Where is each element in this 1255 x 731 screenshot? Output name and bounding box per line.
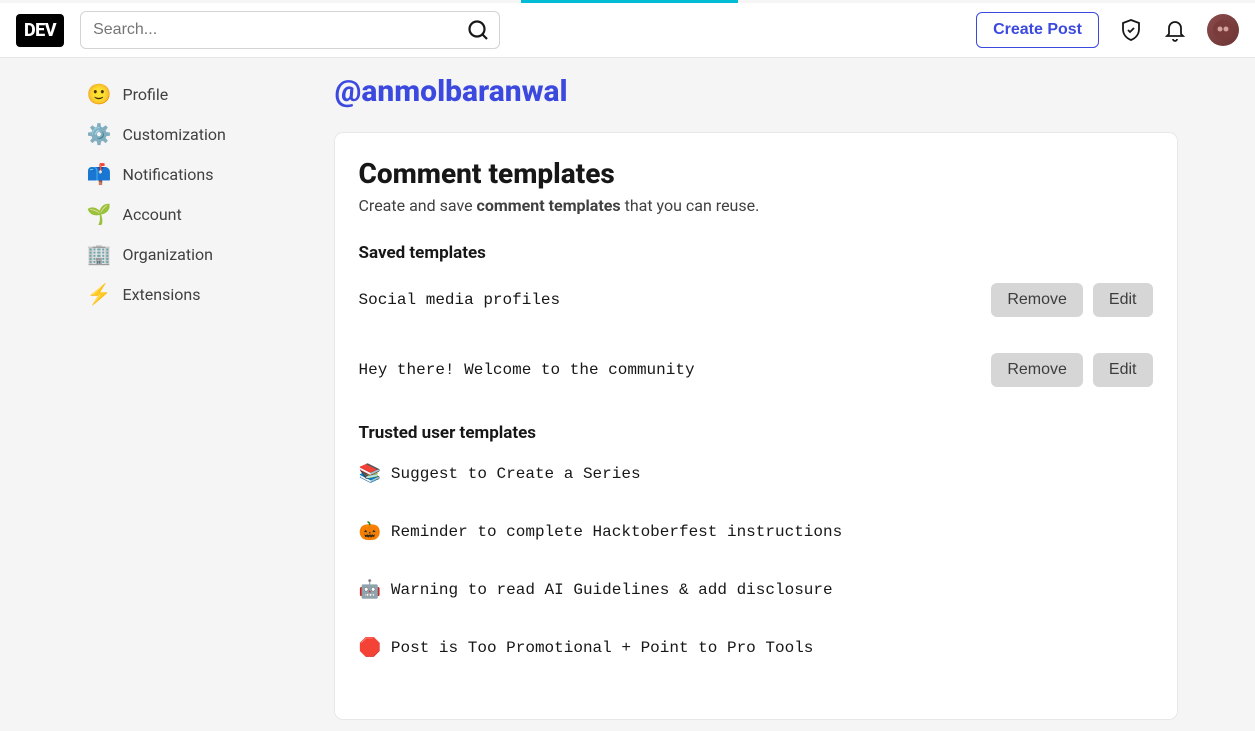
sidebar-item-label: Notifications [123,165,214,184]
sidebar-item-label: Profile [123,85,169,104]
card-title: Comment templates [359,157,1153,190]
template-name: Social media profiles [359,291,561,309]
stop-icon: 🛑 [359,637,381,659]
building-icon: 🏢 [87,242,111,266]
trusted-template-name: Post is Too Promotional + Point to Pro T… [391,639,813,657]
username-heading[interactable]: @anmolbaranwal [335,74,1177,109]
sidebar-item-label: Organization [123,245,213,264]
sidebar-item-customization[interactable]: ⚙️ Customization [79,114,319,154]
seedling-icon: 🌱 [87,202,111,226]
robot-icon: 🤖 [359,579,381,601]
sidebar-item-extensions[interactable]: ⚡ Extensions [79,274,319,314]
header-right: Create Post [976,12,1239,48]
template-actions: Remove Edit [991,283,1152,317]
books-icon: 📚 [359,463,381,485]
remove-button[interactable]: Remove [991,353,1083,387]
saved-template-row: Hey there! Welcome to the community Remo… [359,353,1153,387]
avatar[interactable] [1207,14,1239,46]
sidebar-item-label: Customization [123,125,226,144]
sidebar-item-profile[interactable]: 🙂 Profile [79,74,319,114]
edit-button[interactable]: Edit [1093,353,1153,387]
template-actions: Remove Edit [991,353,1152,387]
subtitle-prefix: Create and save [359,196,477,215]
comment-templates-card: Comment templates Create and save commen… [335,133,1177,719]
notifications-icon[interactable] [1163,18,1187,42]
sidebar-item-notifications[interactable]: 📫 Notifications [79,154,319,194]
smile-icon: 🙂 [87,82,111,106]
sidebar-item-label: Account [123,205,182,224]
search-input[interactable] [80,11,500,49]
header: DEV Create Post [0,3,1255,58]
trusted-template-name: Suggest to Create a Series [391,465,641,483]
trusted-template-name: Warning to read AI Guidelines & add disc… [391,581,833,599]
trusted-templates-heading: Trusted user templates [359,423,1153,443]
gear-icon: ⚙️ [87,122,111,146]
trusted-template-row[interactable]: 🤖 Warning to read AI Guidelines & add di… [359,579,1153,601]
template-name: Hey there! Welcome to the community [359,361,695,379]
lightning-icon: ⚡ [87,282,111,306]
mailbox-icon: 📫 [87,162,111,186]
edit-button[interactable]: Edit [1093,283,1153,317]
logo[interactable]: DEV [16,14,64,47]
sidebar-item-organization[interactable]: 🏢 Organization [79,234,319,274]
subtitle-suffix: that you can reuse. [621,196,760,215]
trusted-template-row[interactable]: 📚 Suggest to Create a Series [359,463,1153,485]
saved-templates-heading: Saved templates [359,243,1153,263]
create-post-button[interactable]: Create Post [976,12,1099,48]
search-wrapper [80,11,500,49]
saved-template-row: Social media profiles Remove Edit [359,283,1153,317]
trusted-template-row[interactable]: 🛑 Post is Too Promotional + Point to Pro… [359,637,1153,659]
pumpkin-icon: 🎃 [359,521,381,543]
main-content: @anmolbaranwal Comment templates Create … [335,74,1177,719]
card-subtitle: Create and save comment templates that y… [359,196,1153,215]
moderation-icon[interactable] [1119,18,1143,42]
sidebar-item-label: Extensions [123,285,201,304]
trusted-template-row[interactable]: 🎃 Reminder to complete Hacktoberfest ins… [359,521,1153,543]
subtitle-bold: comment templates [477,196,621,215]
sidebar-item-account[interactable]: 🌱 Account [79,194,319,234]
search-icon[interactable] [466,18,490,42]
trusted-template-name: Reminder to complete Hacktoberfest instr… [391,523,842,541]
sidebar: 🙂 Profile ⚙️ Customization 📫 Notificatio… [79,74,319,719]
remove-button[interactable]: Remove [991,283,1083,317]
